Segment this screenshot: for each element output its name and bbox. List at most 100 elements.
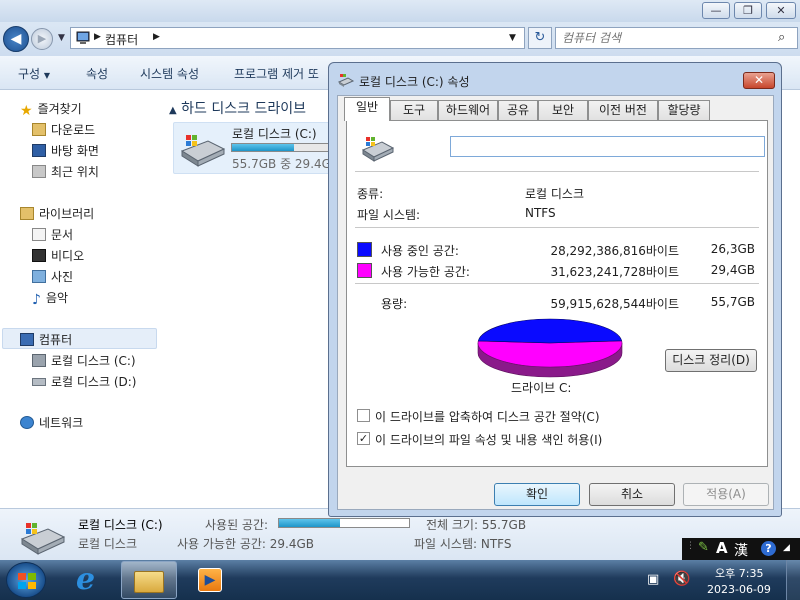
dialog-close-button[interactable]: ✕	[743, 72, 775, 89]
compress-drive-label[interactable]: 이 드라이브를 압축하여 디스크 공간 절약(C)	[375, 408, 600, 425]
free-space-swatch	[357, 263, 372, 278]
sidebar-item-libraries[interactable]: 라이브러리	[20, 205, 94, 222]
forward-button[interactable]: ▶	[31, 28, 53, 50]
address-dropdown-icon[interactable]: ▼	[509, 33, 516, 43]
help-icon[interactable]: ?	[761, 541, 776, 556]
ime-options-icon[interactable]: ◢	[783, 543, 790, 553]
search-input[interactable]	[562, 30, 762, 46]
tab-previous-versions[interactable]: 이전 버전	[588, 100, 658, 120]
divider	[355, 171, 759, 172]
grip-icon[interactable]: ⋮	[686, 541, 695, 551]
compress-drive-checkbox[interactable]	[357, 409, 370, 422]
volume-muted-icon[interactable]: 🔇	[673, 571, 690, 587]
tab-quota[interactable]: 할당량	[658, 100, 710, 120]
sidebar-item-downloads[interactable]: 다운로드	[32, 121, 95, 138]
collapse-arrow-icon: ▲	[169, 105, 177, 116]
properties-button[interactable]: 속성	[86, 65, 108, 82]
recent-places-icon	[32, 165, 46, 178]
details-usage-fill	[279, 519, 341, 527]
star-icon: ★	[20, 103, 33, 119]
ime-pen-icon[interactable]: ✎	[698, 540, 709, 555]
show-desktop-button[interactable]	[786, 560, 800, 600]
sidebar-item-documents[interactable]: 문서	[32, 226, 73, 243]
dialog-body: 일반 도구 하드웨어 공유 보안 이전 버전 할당량 종류: 로컬 디스크 파일…	[337, 95, 774, 510]
drive-d-icon	[32, 378, 46, 386]
navigation-bar: ◀ ▶ ▼ ▶ 컴퓨터 ▶ ▼ ↻ ⌕	[0, 22, 800, 56]
forward-arrow-icon: ▶	[37, 32, 47, 45]
back-button[interactable]: ◀	[3, 26, 29, 52]
sidebar-item-videos[interactable]: 비디오	[32, 247, 84, 264]
ime-hanja-button[interactable]: 漢	[734, 540, 748, 560]
details-total-size: 전체 크기: 55.7GB	[426, 518, 527, 532]
refresh-button[interactable]: ↻	[528, 27, 552, 49]
organize-button[interactable]: 구성 ▼	[18, 65, 50, 82]
video-icon	[32, 249, 46, 262]
sidebar-item-drive-c[interactable]: 로컬 디스크 (C:)	[32, 352, 136, 369]
type-label: 종류:	[357, 187, 384, 201]
chevron-down-icon: ▼	[43, 71, 51, 80]
uninstall-program-button[interactable]: 프로그램 제거 또	[234, 65, 319, 82]
hard-drive-icon	[180, 135, 226, 167]
sidebar-item-music[interactable]: ♪ 음악	[32, 289, 68, 308]
hard-drive-icon	[361, 137, 395, 162]
sidebar-item-network[interactable]: 네트워크	[20, 414, 83, 431]
sidebar-item-pictures[interactable]: 사진	[32, 268, 73, 285]
cancel-button[interactable]: 취소	[589, 483, 675, 506]
close-button[interactable]: ✕	[766, 2, 796, 19]
refresh-icon: ↻	[534, 30, 546, 45]
search-box[interactable]: ⌕	[555, 27, 798, 49]
drive-tile-free: 55.7GB 중 29.4GB	[232, 157, 340, 171]
clock-time[interactable]: 오후 7:35	[715, 565, 763, 581]
internet-explorer-icon: e	[76, 562, 96, 597]
taskbar-explorer-active[interactable]	[121, 561, 177, 599]
clock-date[interactable]: 2023-06-09	[707, 583, 771, 596]
properties-dialog: 로컬 디스크 (C:) 속성 ✕ 일반 도구 하드웨어 공유 보안 이전 버전 …	[328, 62, 782, 517]
ime-mode-button[interactable]: A	[716, 539, 728, 557]
drive-tile-name: 로컬 디스크 (C:)	[232, 127, 317, 141]
free-space-bytes: 31,623,241,728바이트	[550, 265, 679, 279]
sidebar-item-recent[interactable]: 최근 위치	[32, 163, 99, 180]
tab-sharing[interactable]: 공유	[498, 100, 538, 120]
breadcrumb[interactable]: 컴퓨터	[105, 31, 138, 48]
downloads-folder-icon	[32, 123, 46, 136]
sidebar-item-favorites[interactable]: ★ 즐겨찾기	[20, 100, 82, 119]
system-properties-button[interactable]: 시스템 속성	[140, 65, 199, 82]
allow-indexing-checkbox[interactable]: ✓	[357, 432, 370, 445]
tab-security[interactable]: 보안	[538, 100, 588, 120]
used-space-label: 사용 중인 공간:	[381, 244, 459, 258]
volume-label-input[interactable]	[450, 136, 765, 157]
taskbar: e ▶ ▣ 🔇 오후 7:35 2023-06-09	[0, 560, 800, 600]
tab-hardware[interactable]: 하드웨어	[438, 100, 498, 120]
tab-general[interactable]: 일반	[344, 97, 390, 121]
drive-usage-fill	[232, 144, 294, 151]
maximize-button[interactable]: ❐	[734, 2, 762, 19]
folder-icon	[134, 571, 164, 593]
computer-icon	[76, 31, 90, 44]
apply-button[interactable]: 적용(A)	[683, 483, 769, 506]
allow-indexing-label[interactable]: 이 드라이브의 파일 속성 및 내용 색인 허용(I)	[375, 431, 602, 448]
disk-cleanup-button[interactable]: 디스크 정리(D)	[665, 349, 757, 372]
desktop-icon	[32, 144, 46, 157]
details-free-space: 사용 가능한 공간: 29.4GB	[177, 537, 315, 551]
details-file-system: 파일 시스템: NTFS	[414, 537, 512, 551]
minimize-button[interactable]: —	[702, 2, 730, 19]
sidebar-item-computer[interactable]: 컴퓨터	[20, 331, 72, 348]
drive-letter-label: 드라이브 C:	[511, 381, 572, 395]
breadcrumb-separator-icon: ▶	[94, 32, 101, 42]
address-bar[interactable]: ▶ 컴퓨터 ▶ ▼	[70, 27, 525, 49]
capacity-label: 용량:	[381, 297, 408, 311]
recent-pages-chevron-icon[interactable]: ▼	[58, 33, 65, 43]
sidebar-item-desktop[interactable]: 바탕 화면	[32, 142, 99, 159]
taskbar-internet-explorer[interactable]: e	[64, 562, 116, 598]
start-button[interactable]	[6, 562, 46, 598]
section-header[interactable]: ▲ 하드 디스크 드라이브	[169, 98, 306, 118]
ok-button[interactable]: 확인	[494, 483, 580, 506]
search-icon[interactable]: ⌕	[778, 30, 785, 45]
network-status-icon[interactable]: ▣	[647, 572, 659, 587]
explorer-title-bar[interactable]: — ❐ ✕	[0, 0, 800, 22]
tab-tools[interactable]: 도구	[390, 100, 438, 120]
used-space-gb: 26,3GB	[710, 242, 755, 256]
breadcrumb-separator-icon: ▶	[153, 32, 160, 42]
taskbar-media-player[interactable]: ▶	[184, 562, 236, 598]
sidebar-item-drive-d[interactable]: 로컬 디스크 (D:)	[32, 373, 136, 390]
